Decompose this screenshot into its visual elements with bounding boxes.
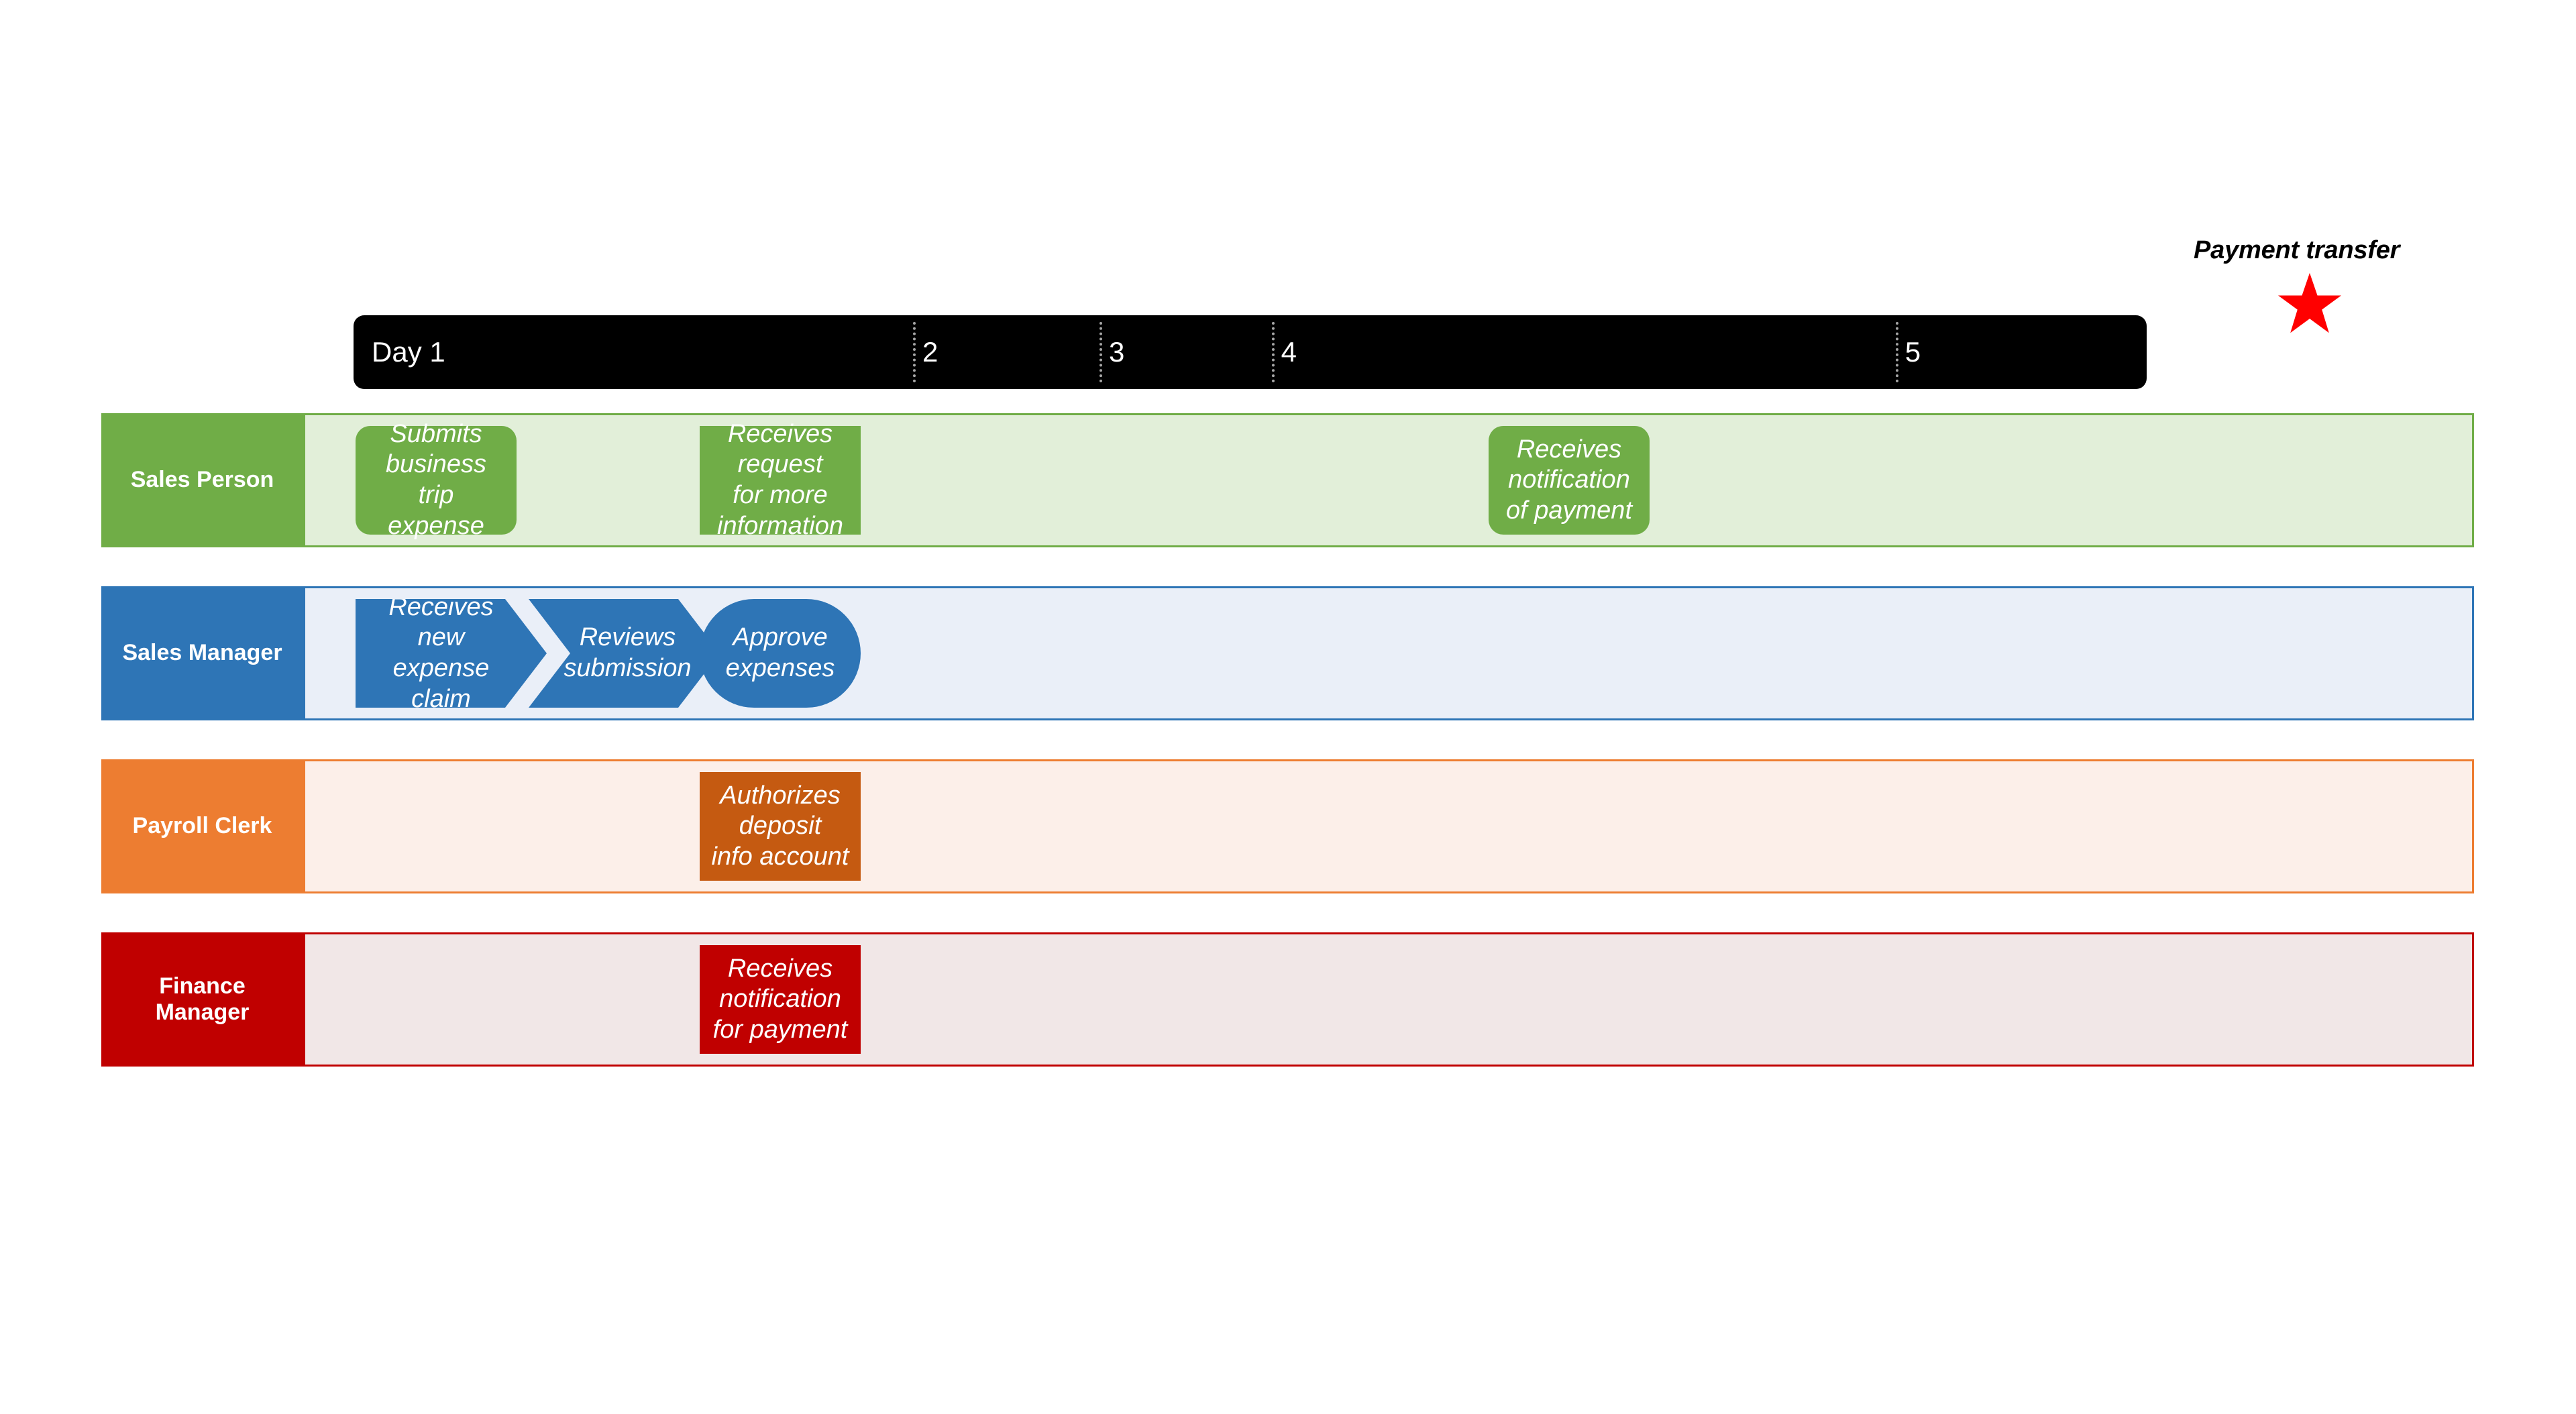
task-label: Receives notification for payment <box>712 954 848 1044</box>
lane-label-sales-manager: Sales Manager <box>101 586 303 720</box>
timeline-tick-line <box>1271 322 1275 382</box>
task-box[interactable]: Receives notification for payment <box>700 945 861 1054</box>
timeline-tick-label: 5 <box>1904 336 1921 368</box>
swimlane-sales-manager: Sales Manager Receives new expense claim R… <box>101 586 2474 720</box>
lane-label-finance-manager: Finance Manager <box>101 932 303 1067</box>
task-label: Reviews submission <box>564 623 692 682</box>
milestone-label: Payment transfer <box>2194 236 2400 264</box>
task-box[interactable]: Submits business trip expense <box>356 420 517 540</box>
task-label: Receives new expense claim <box>388 592 494 713</box>
task-label: Receives request for more information <box>717 419 843 540</box>
task-box[interactable]: Approve expenses <box>700 599 861 708</box>
task-label: Receives notification of payment <box>1506 435 1632 525</box>
timeline-bar: Day 1 2 3 4 5 <box>354 315 2147 389</box>
task-label: Authorizes deposit info account <box>711 781 849 871</box>
timeline-tick-label: 4 <box>1281 336 1297 368</box>
task-label: Submits business trip expense <box>386 419 486 540</box>
swimlane-payroll-clerk: Payroll Clerk Authorizes deposit info acc… <box>101 759 2474 893</box>
timeline-tick-label: 2 <box>922 336 938 368</box>
timeline-tick-line <box>1895 322 1898 382</box>
swimlane-finance-manager: Finance Manager Receives notification for… <box>101 932 2474 1067</box>
timeline-tick-label: 3 <box>1108 336 1125 368</box>
timeline-day-1-label: Day 1 <box>372 336 445 368</box>
task-box[interactable]: Receives new expense claim <box>356 599 547 708</box>
star-icon <box>2277 272 2342 333</box>
lane-body-payroll-clerk: Authorizes deposit info account <box>303 759 2474 893</box>
lane-body-sales-manager: Receives new expense claim Reviews submis… <box>303 586 2474 720</box>
timeline-tick-line <box>1099 322 1102 382</box>
task-box[interactable]: Receives notification of payment <box>1489 426 1650 535</box>
timeline-tick-line <box>912 322 916 382</box>
swimlane-diagram: Payment transfer Day 1 2 3 4 5 Sales Person… <box>0 0 2576 1414</box>
task-box[interactable]: Authorizes deposit info account <box>700 772 861 881</box>
task-box[interactable]: Receives request for more information <box>700 420 861 540</box>
task-box[interactable]: Reviews submission <box>529 599 720 708</box>
lane-label-payroll-clerk: Payroll Clerk <box>101 759 303 893</box>
lane-body-sales-person: Submits business trip expense Receives re… <box>303 413 2474 547</box>
task-label: Approve expenses <box>725 623 835 682</box>
lane-body-finance-manager: Receives notification for payment <box>303 932 2474 1067</box>
swimlane-sales-person: Sales Person Submits business trip expens… <box>101 413 2474 547</box>
lane-label-sales-person: Sales Person <box>101 413 303 547</box>
